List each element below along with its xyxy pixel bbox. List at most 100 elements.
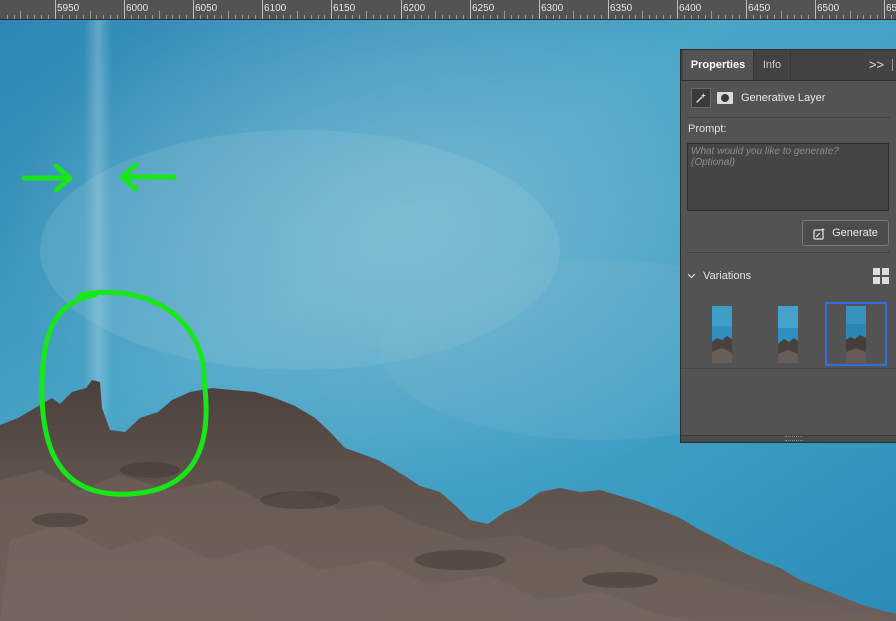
ruler-minor-tick <box>242 15 243 19</box>
ruler-minor-tick <box>684 15 685 19</box>
ruler-minor-tick <box>587 15 588 19</box>
ruler-major-tick <box>884 0 885 19</box>
panel-menu-icon[interactable] <box>892 59 896 71</box>
ruler-minor-tick <box>532 15 533 19</box>
ruler-minor-tick <box>269 15 270 19</box>
ruler-minor-tick <box>615 15 616 19</box>
variation-thumbnail-2[interactable] <box>757 302 819 366</box>
ruler-minor-tick <box>601 15 602 19</box>
tab-info[interactable]: Info <box>753 50 791 80</box>
ruler-minor-tick <box>96 15 97 19</box>
ruler-minor-tick <box>69 15 70 19</box>
ruler-minor-tick <box>483 15 484 19</box>
ruler-minor-tick <box>870 15 871 19</box>
ruler-minor-tick <box>635 15 636 19</box>
generate-button[interactable]: Generate <box>802 220 889 246</box>
ruler-minor-tick <box>691 15 692 19</box>
ruler-minor-tick <box>83 15 84 19</box>
ruler-minor-tick <box>221 15 222 19</box>
ruler-minor-tick <box>553 15 554 19</box>
ruler-minor-tick <box>622 15 623 19</box>
ruler-minor-tick <box>559 15 560 19</box>
ruler-label: 6150 <box>333 3 356 14</box>
ruler-minor-tick <box>414 15 415 19</box>
ruler-label: 6350 <box>610 3 633 14</box>
ruler-label: 6200 <box>403 3 426 14</box>
ruler-minor-tick <box>566 15 567 19</box>
ruler-label: 6450 <box>748 3 771 14</box>
ruler-minor-tick <box>276 15 277 19</box>
chevron-down-icon[interactable] <box>687 271 697 281</box>
ruler-minor-tick <box>649 15 650 19</box>
ruler-minor-tick <box>642 11 643 19</box>
horizontal-ruler[interactable]: 5950 6000 6050 6100 6150 6200 6250 6300 6350 6400… <box>0 0 896 20</box>
ruler-label: 6250 <box>472 3 495 14</box>
ruler-minor-tick <box>801 15 802 19</box>
variation-image <box>712 305 732 363</box>
ruler-major-tick <box>262 0 263 19</box>
variations-list <box>687 302 889 366</box>
ruler-minor-tick <box>428 15 429 19</box>
variation-thumbnail-3[interactable] <box>825 302 887 366</box>
ruler-minor-tick <box>166 15 167 19</box>
properties-panel: Properties Info >> Generative Layer Prom… <box>680 49 896 443</box>
ruler-minor-tick <box>145 15 146 19</box>
panel-resize-handle[interactable] <box>681 435 896 442</box>
ruler-minor-tick <box>283 15 284 19</box>
ruler-minor-tick <box>732 15 733 19</box>
ruler-minor-tick <box>338 15 339 19</box>
divider <box>687 252 890 253</box>
ruler-minor-tick <box>760 15 761 19</box>
ruler-minor-tick <box>186 15 187 19</box>
ruler-minor-tick <box>525 15 526 19</box>
ruler-minor-tick <box>670 15 671 19</box>
ruler-minor-tick <box>843 15 844 19</box>
ruler-minor-tick <box>138 15 139 19</box>
ruler-minor-tick <box>248 15 249 19</box>
ruler-minor-tick <box>255 15 256 19</box>
ruler-minor-tick <box>794 15 795 19</box>
tab-properties[interactable]: Properties <box>683 50 753 80</box>
generative-sparkle-icon <box>691 88 711 108</box>
ruler-minor-tick <box>62 15 63 19</box>
ruler-minor-tick <box>829 15 830 19</box>
variation-thumbnail-1[interactable] <box>691 302 753 366</box>
ruler-minor-tick <box>359 15 360 19</box>
grip-icon <box>785 436 803 441</box>
ruler-minor-tick <box>366 11 367 19</box>
ruler-minor-tick <box>594 15 595 19</box>
ruler-label: 65 <box>886 3 896 14</box>
ruler-minor-tick <box>753 15 754 19</box>
ruler-minor-tick <box>179 15 180 19</box>
variations-header[interactable]: Variations <box>687 266 889 286</box>
ruler-major-tick <box>331 0 332 19</box>
ruler-minor-tick <box>200 15 201 19</box>
ruler-minor-tick <box>103 15 104 19</box>
layer-mask-icon <box>717 92 733 104</box>
ruler-minor-tick <box>857 15 858 19</box>
ruler-minor-tick <box>152 15 153 19</box>
divider <box>681 368 896 369</box>
ruler-minor-tick <box>110 15 111 19</box>
photoshop-window: 5950 6000 6050 6100 6150 6200 6250 6300 6350 6400… <box>0 0 896 621</box>
ruler-minor-tick <box>787 15 788 19</box>
ruler-minor-tick <box>711 11 712 19</box>
ruler-minor-tick <box>373 15 374 19</box>
ruler-minor-tick <box>863 15 864 19</box>
layer-info-row: Generative Layer <box>691 87 825 109</box>
ruler-minor-tick <box>48 15 49 19</box>
ruler-minor-tick <box>435 11 436 19</box>
ruler-minor-tick <box>877 15 878 19</box>
prompt-input[interactable] <box>687 143 889 211</box>
ruler-minor-tick <box>421 15 422 19</box>
ruler-label: 6000 <box>126 3 149 14</box>
divider <box>687 117 890 118</box>
ruler-minor-tick <box>7 15 8 19</box>
ruler-minor-tick <box>235 15 236 19</box>
ruler-minor-tick <box>629 15 630 19</box>
panel-collapse-icon[interactable]: >> <box>869 50 884 80</box>
panel-tabs: Properties Info >> <box>681 50 896 81</box>
ruler-minor-tick <box>117 15 118 19</box>
ruler-minor-tick <box>490 15 491 19</box>
grid-view-icon[interactable] <box>873 268 889 284</box>
